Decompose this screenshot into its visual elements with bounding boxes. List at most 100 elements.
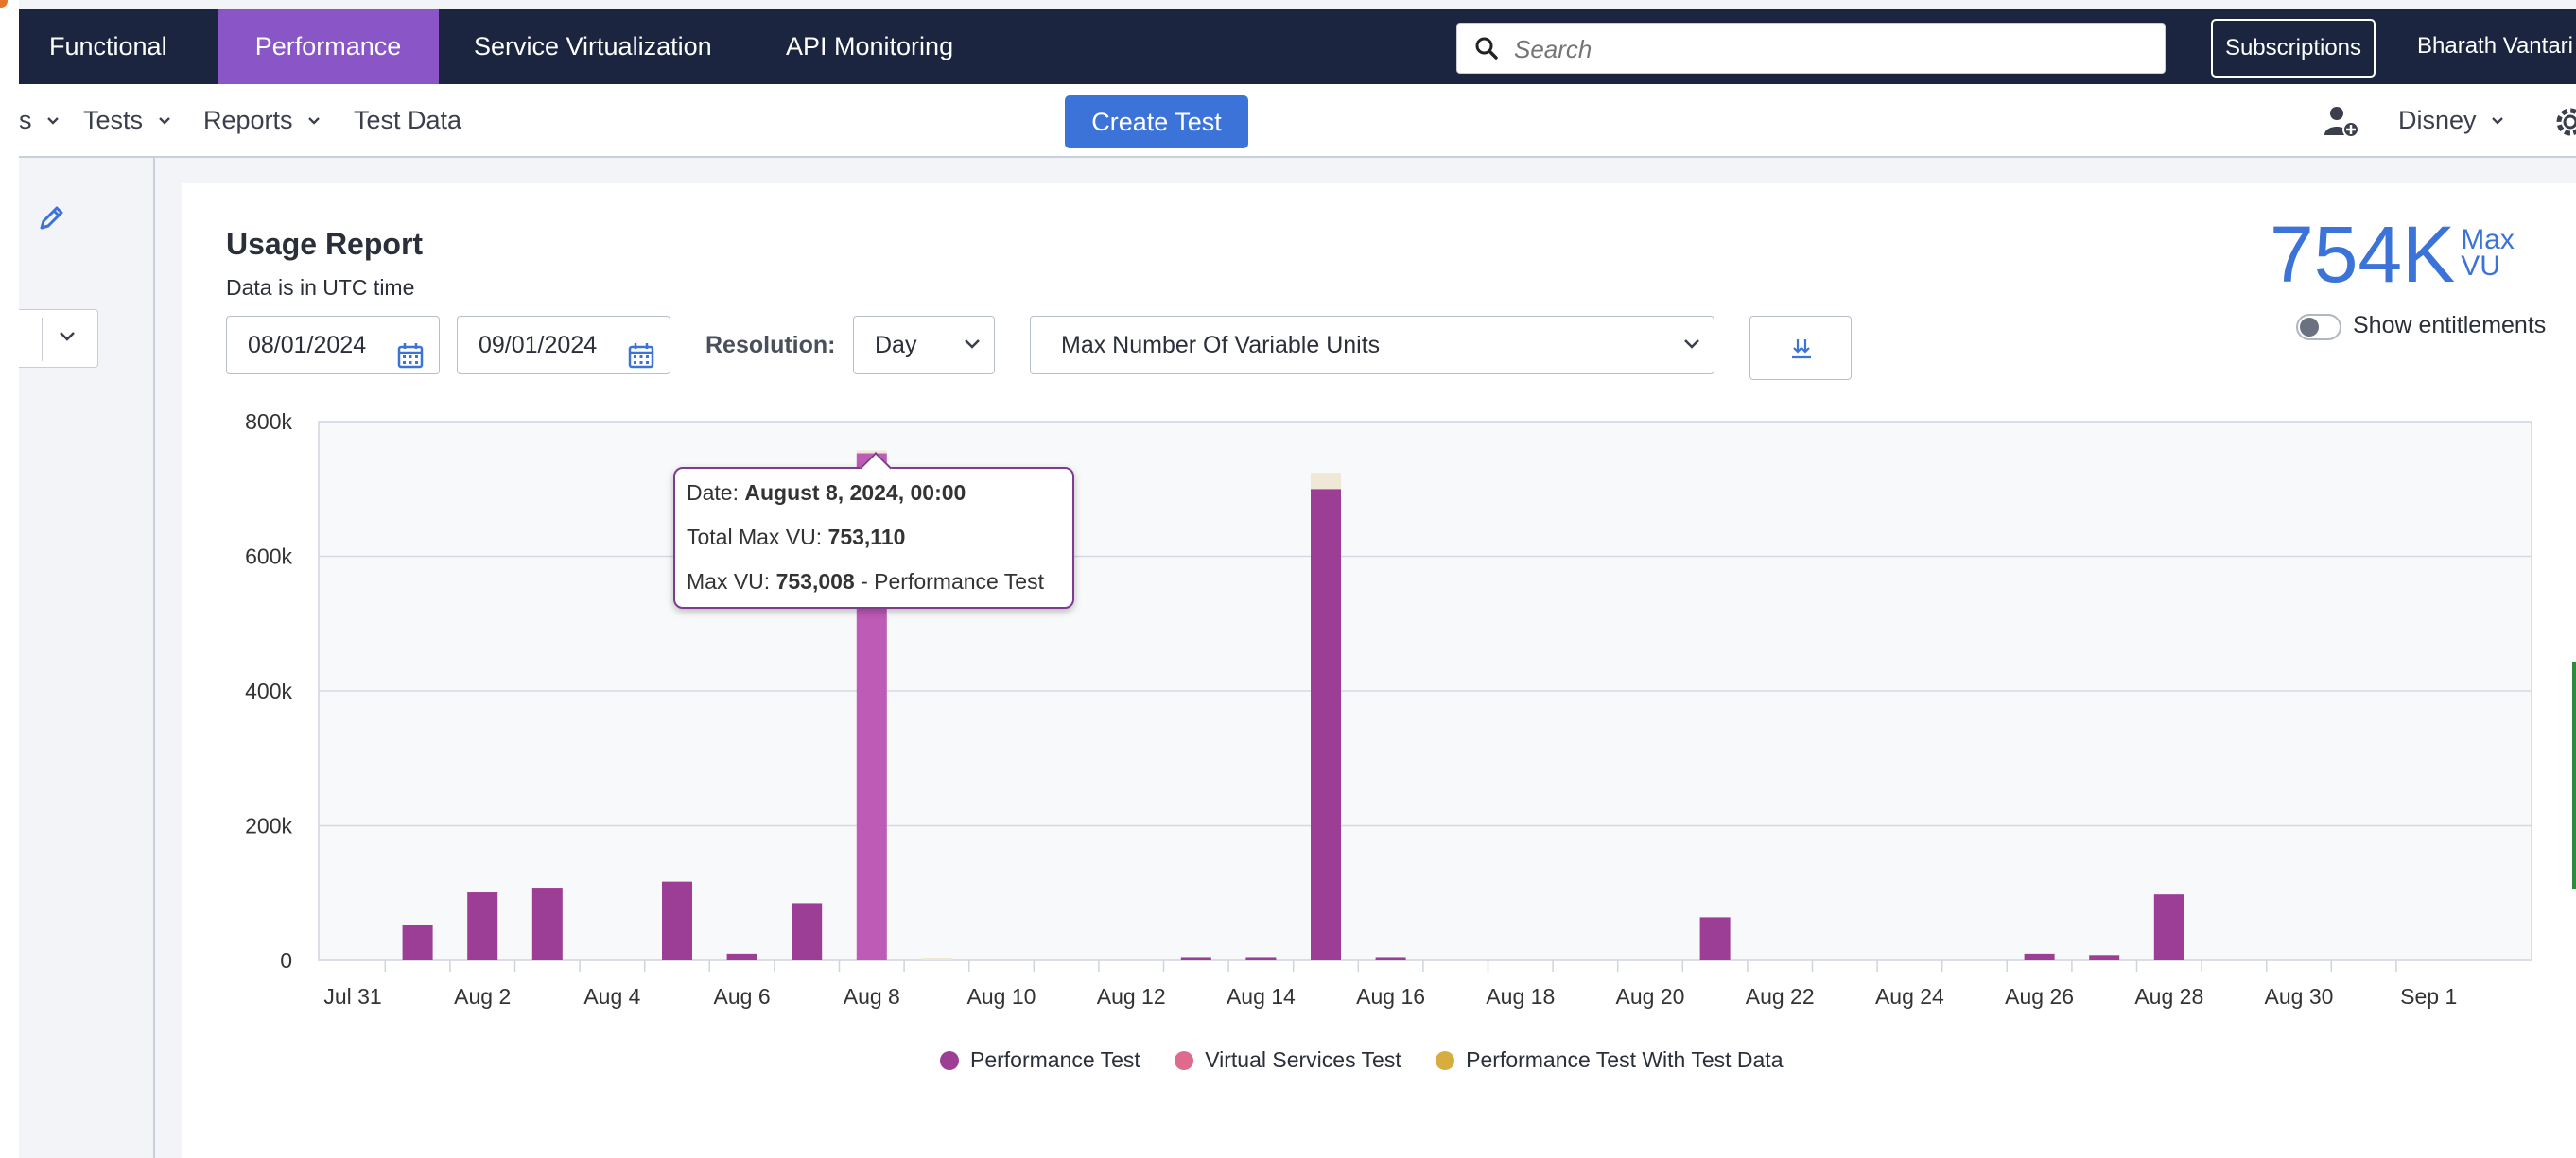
add-user-button[interactable] — [2323, 84, 2360, 156]
bar-performance-test — [662, 881, 692, 960]
bar-performance-test — [2024, 953, 2055, 960]
x-tick-label: Aug 20 — [1616, 984, 1685, 1009]
chevron-down-icon — [60, 332, 75, 341]
y-tick-label: 200k — [245, 814, 292, 838]
subnav-test-data[interactable]: Test Data — [354, 84, 461, 156]
settings-button[interactable] — [2551, 84, 2576, 156]
bar-performance-test — [726, 953, 757, 960]
x-tick-label: Sep 1 — [2400, 984, 2457, 1009]
select-divider — [42, 318, 43, 361]
legend-swatch — [1436, 1051, 1455, 1070]
top-navigation: Functional Performance Service Virtualiz… — [19, 9, 2576, 84]
chevron-down-icon — [46, 86, 60, 158]
gear-icon — [2556, 108, 2576, 136]
tab-functional[interactable]: Functional — [19, 9, 218, 84]
legend-swatch — [1175, 1051, 1194, 1070]
x-tick-label: Aug 6 — [714, 984, 771, 1009]
x-tick-label: Aug 26 — [2005, 984, 2074, 1009]
usage-bar-chart: 0 200k 400k 600k 800k Jul 31 Aug 2 Aug 4 Aug 6 Au… — [245, 409, 2532, 1009]
bar-performance-test-with-test-data — [921, 958, 952, 960]
account-label: Disney — [2398, 106, 2477, 134]
x-tick-label: Jul 31 — [323, 984, 381, 1009]
chevron-down-icon — [307, 86, 321, 158]
search-icon — [1474, 36, 1499, 65]
legend-label: Performance Test With Test Data — [1466, 1047, 1784, 1072]
tab-performance[interactable]: Performance — [218, 9, 439, 84]
start-date-field[interactable]: 08/01/2024 — [226, 316, 440, 374]
subnav-tests-label: Tests — [83, 106, 144, 134]
resolution-value: Day — [875, 332, 917, 358]
search-box — [1456, 23, 2166, 75]
bar-performance-test — [2089, 955, 2120, 960]
x-tick-label: Aug 14 — [1227, 984, 1296, 1009]
y-tick-label: 800k — [245, 409, 292, 434]
tab-api-monitoring[interactable]: API Monitoring — [786, 9, 953, 84]
bar-performance-test — [467, 892, 498, 960]
bar-performance-test — [1375, 957, 1406, 960]
download-button[interactable] — [1749, 316, 1852, 380]
legend-label: Virtual Services Test — [1205, 1047, 1401, 1072]
bar-performance-test — [1245, 957, 1277, 960]
bar-performance-test — [2153, 894, 2184, 960]
end-date-field[interactable]: 09/01/2024 — [457, 316, 670, 374]
start-date-value: 08/01/2024 — [248, 332, 367, 358]
show-entitlements-label: Show entitlements — [2353, 312, 2547, 338]
chevron-down-icon — [2491, 86, 2504, 158]
chevron-down-icon — [965, 339, 980, 349]
subscriptions-button[interactable]: Subscriptions — [2211, 19, 2376, 78]
tooltip-total-value: 753,110 — [827, 525, 906, 549]
sidebar-select[interactable] — [19, 309, 98, 368]
calendar-icon[interactable] — [628, 333, 654, 389]
edit-button[interactable] — [36, 203, 66, 238]
account-menu[interactable]: Disney — [2398, 84, 2504, 156]
pencil-icon — [40, 206, 63, 230]
resolution-select[interactable]: Day — [853, 316, 995, 374]
tooltip-maxvu-suffix: - Performance Test — [854, 569, 1044, 594]
subnav-item-truncated[interactable]: s — [19, 84, 60, 156]
legend-swatch — [940, 1051, 959, 1070]
create-test-button[interactable]: Create Test — [1065, 95, 1248, 148]
add-user-icon — [2324, 106, 2359, 138]
tab-service-virtualization[interactable]: Service Virtualization — [474, 9, 712, 84]
chart-legend: Performance Test Virtual Services Test P… — [940, 1047, 1811, 1073]
x-tick-label: Aug 4 — [583, 984, 640, 1009]
max-vu-unit-line2: VU — [2461, 251, 2500, 282]
x-tick-label: Aug 12 — [1097, 984, 1166, 1009]
user-menu[interactable]: Bharath Vantari — [2417, 9, 2576, 84]
max-vu-summary: 754K Max VU — [2270, 212, 2515, 297]
x-tick-label: Aug 2 — [454, 984, 511, 1009]
legend-item-virtual-services-test[interactable]: Virtual Services Test — [1175, 1047, 1401, 1073]
toggle-knob — [2300, 318, 2319, 337]
legend-label: Performance Test — [970, 1047, 1140, 1072]
max-vu-unit: Max VU — [2461, 226, 2515, 282]
sub-navigation: s Tests Reports Test Data Create Test Di… — [19, 84, 2576, 158]
user-name: Bharath Vantari — [2417, 33, 2573, 59]
tooltip-date-row: Date: August 8, 2024, 00:00 — [687, 480, 966, 506]
subnav-reports-menu[interactable]: Reports — [203, 84, 321, 156]
tooltip-total-row: Total Max VU: 753,110 — [687, 525, 905, 550]
tooltip-date-value: August 8, 2024, 00:00 — [744, 480, 966, 505]
tooltip-total-label: Total Max VU: — [687, 525, 828, 549]
x-tick-label: Aug 28 — [2134, 984, 2203, 1009]
chevron-down-icon — [158, 86, 171, 158]
tooltip-date-label: Date: — [687, 480, 745, 505]
legend-item-performance-test-with-test-data[interactable]: Performance Test With Test Data — [1436, 1047, 1783, 1073]
chart-tooltip: Date: August 8, 2024, 00:00 Total Max VU… — [673, 452, 1074, 609]
bar-performance-test — [1699, 917, 1731, 960]
bar-performance-test — [1311, 489, 1341, 960]
bar-performance-test — [1180, 957, 1211, 960]
legend-item-performance-test[interactable]: Performance Test — [940, 1047, 1140, 1073]
show-entitlements-toggle[interactable] — [2296, 314, 2341, 340]
bar-performance-test — [531, 888, 563, 960]
metric-select[interactable]: Max Number Of Variable Units — [1030, 316, 1714, 374]
x-tick-label: Aug 30 — [2265, 984, 2334, 1009]
page-title: Usage Report — [226, 227, 424, 261]
window-left-edge — [0, 0, 19, 1158]
search-input[interactable] — [1512, 24, 2150, 75]
calendar-icon[interactable] — [397, 333, 424, 389]
metric-value: Max Number Of Variable Units — [1061, 332, 1381, 358]
window-right-edge — [2572, 662, 2576, 889]
max-vu-value: 754K — [2270, 210, 2456, 299]
tooltip-maxvu-label: Max VU: — [687, 569, 776, 594]
subnav-tests-menu[interactable]: Tests — [83, 84, 171, 156]
